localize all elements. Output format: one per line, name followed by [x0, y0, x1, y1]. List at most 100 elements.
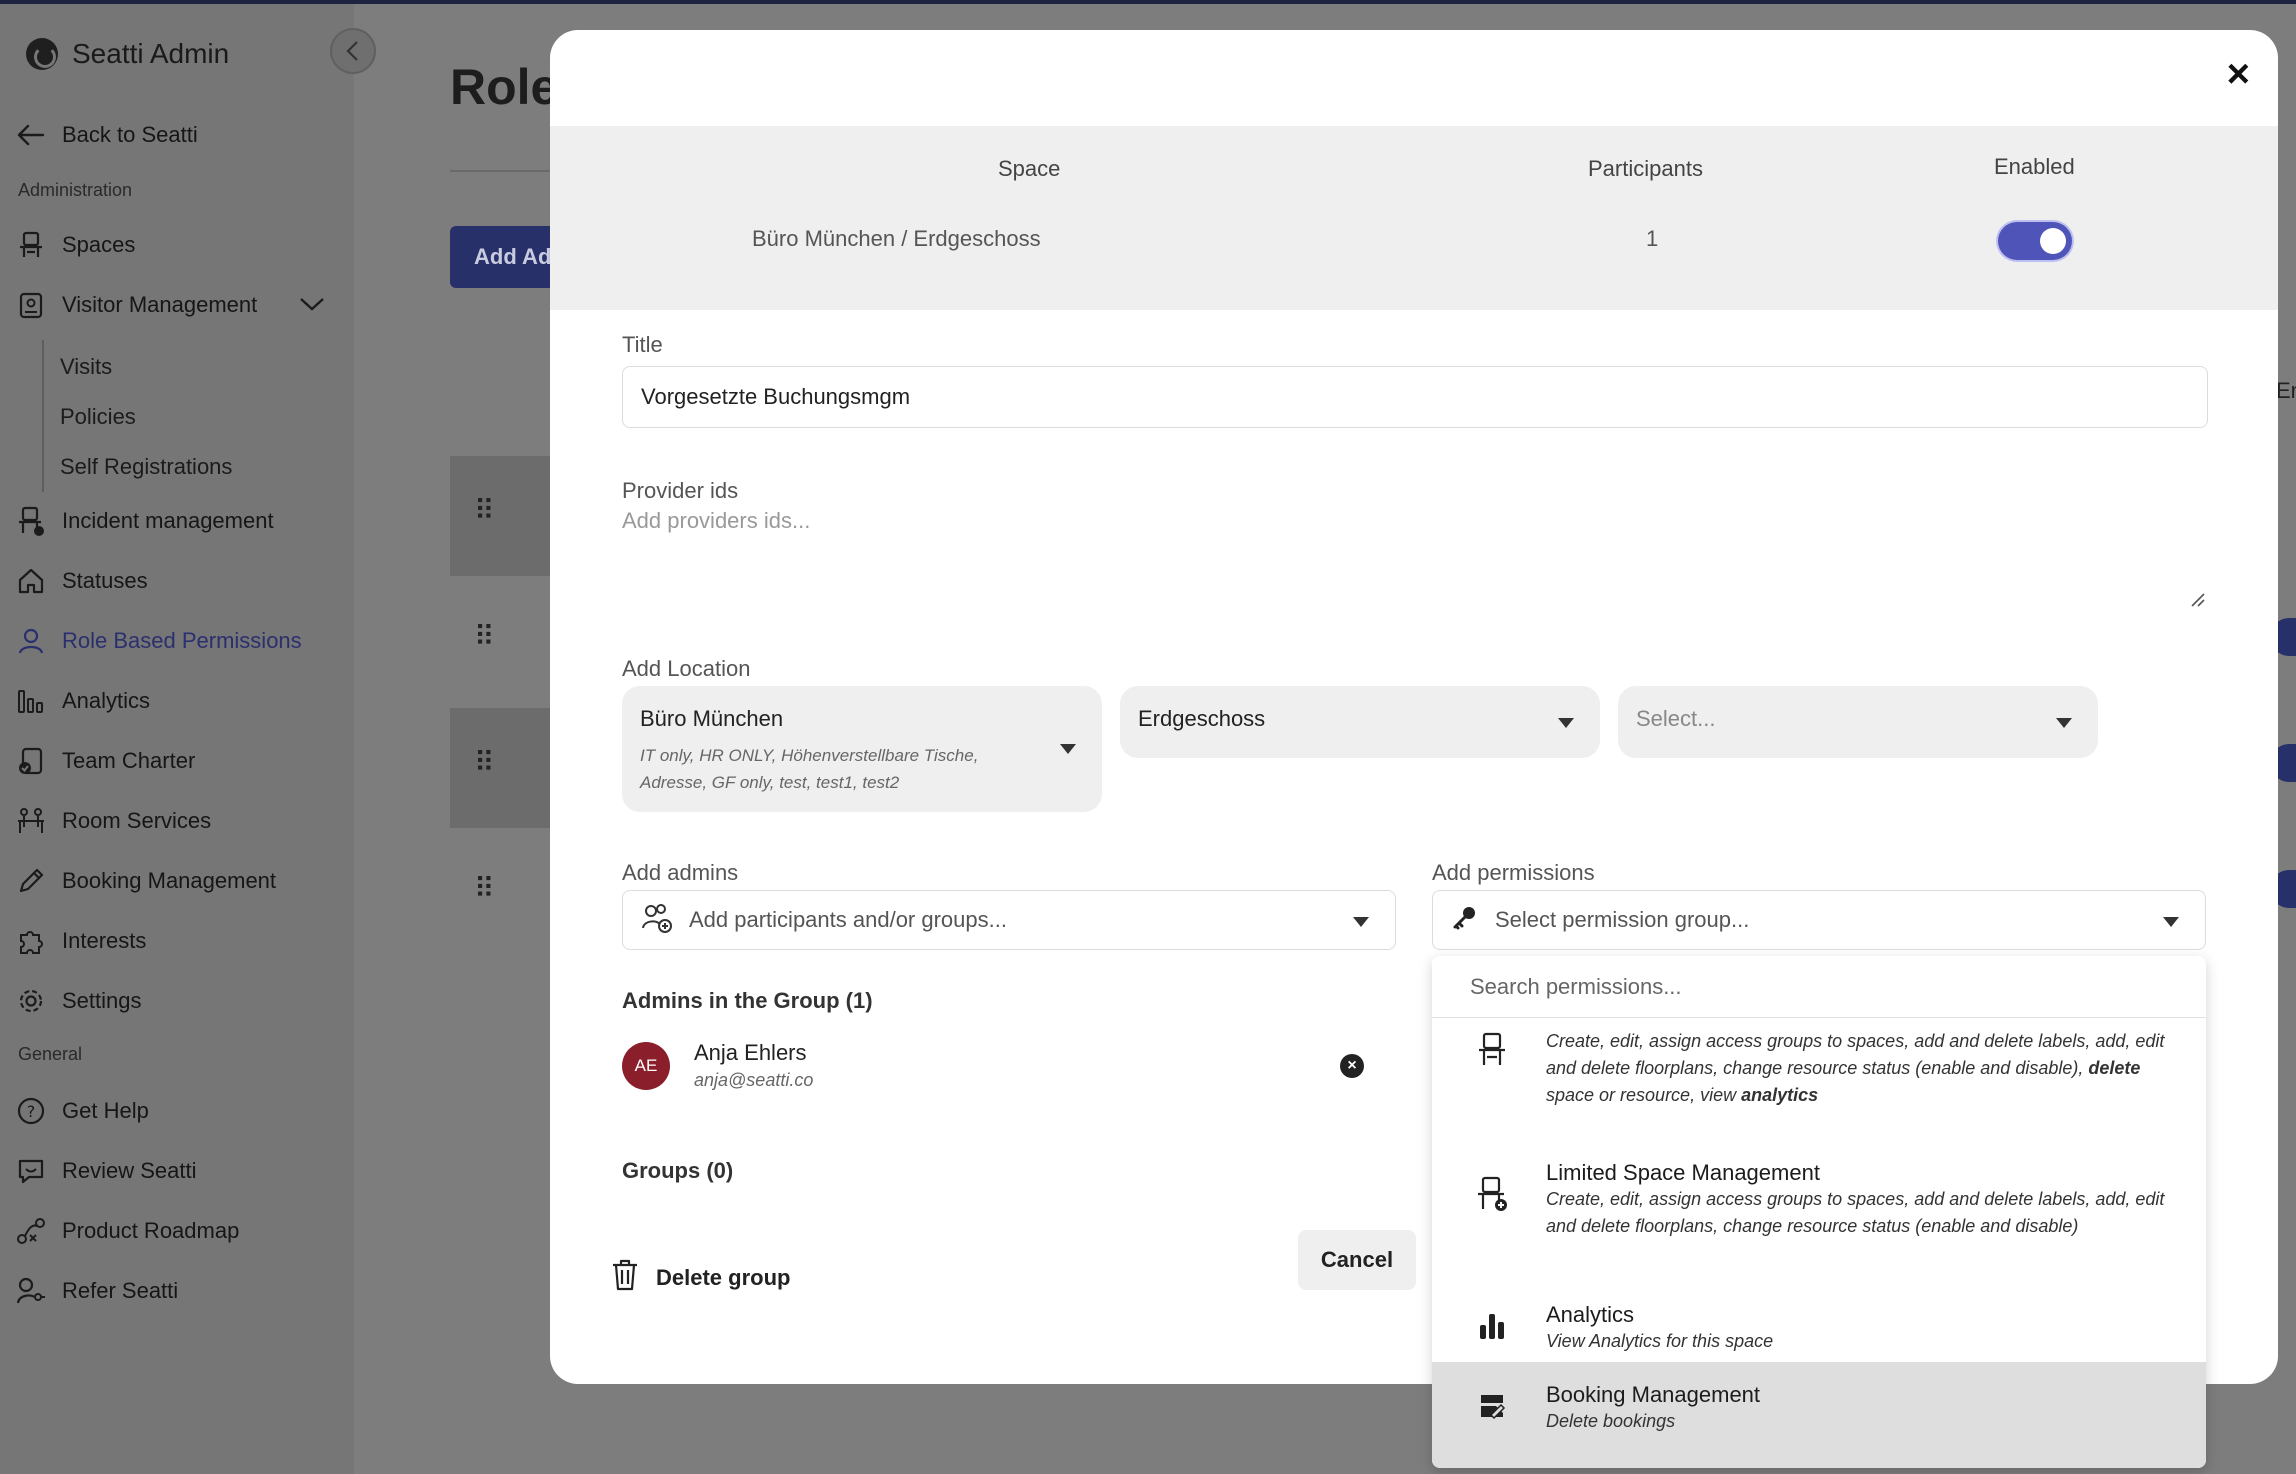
app-name: Seatti Admin — [72, 38, 230, 69]
floor-value: Erdgeschoss — [1138, 706, 1266, 731]
sidebar: Seatti Admin Back to Seatti Administrati… — [0, 4, 354, 1474]
permission-option-limited-space-management[interactable]: Limited Space Management Create, edit, a… — [1432, 1146, 2206, 1266]
add-permissions-select[interactable]: Select permission group... — [1432, 890, 2206, 950]
admin-list-item: AE Anja Ehlers anja@seatti.co — [622, 1040, 813, 1091]
roadmap-icon — [16, 1216, 46, 1246]
sidebar-item-room-services[interactable]: Room Services — [16, 806, 211, 836]
participants-header: Participants — [1588, 156, 1703, 181]
building-value: Büro München — [640, 706, 784, 731]
permissions-dropdown: Create, edit, assign access groups to sp… — [1432, 956, 2206, 1468]
collapse-sidebar-button[interactable] — [330, 28, 376, 74]
sidebar-item-visitor-management[interactable]: Visitor Management — [16, 290, 325, 320]
key-icon — [1451, 904, 1479, 937]
chevron-left-icon — [346, 41, 358, 61]
resize-grip-icon[interactable] — [2188, 590, 2206, 608]
pencil-icon — [16, 866, 46, 896]
floor-select[interactable]: Erdgeschoss — [1120, 686, 1600, 758]
sidebar-label: Product Roadmap — [62, 1218, 240, 1243]
sidebar-item-visits[interactable]: Visits — [60, 354, 112, 380]
sidebar-item-incident-management[interactable]: Incident management — [16, 506, 274, 536]
sidebar-item-get-help[interactable]: ? Get Help — [16, 1096, 149, 1126]
sidebar-label: Refer Seatti — [62, 1278, 179, 1303]
booking-icon — [1472, 1386, 1512, 1426]
enabled-toggle[interactable] — [1998, 222, 2072, 260]
enabled-header: Enabled — [1994, 154, 2075, 179]
close-icon[interactable]: × — [2227, 54, 2250, 94]
remove-admin-icon[interactable]: × — [1340, 1054, 1364, 1078]
drag-handle-icon[interactable]: ⠿ — [474, 746, 494, 779]
title-label: Title — [622, 332, 663, 357]
space-cell: Büro München / Erdgeschoss — [752, 226, 1041, 251]
sidebar-item-settings[interactable]: Settings — [16, 986, 142, 1016]
sidebar-item-product-roadmap[interactable]: Product Roadmap — [16, 1216, 239, 1246]
permissions-placeholder: Select permission group... — [1495, 907, 1750, 932]
drag-handle-icon[interactable]: ⠿ — [474, 620, 494, 653]
add-location-label: Add Location — [622, 656, 751, 681]
sidebar-item-self-registrations[interactable]: Self Registrations — [60, 454, 232, 480]
sidebar-label: Interests — [62, 928, 147, 953]
space-table: Space Participants Enabled Büro München … — [550, 126, 2278, 310]
add-user-icon — [641, 902, 673, 939]
sidebar-item-booking-management[interactable]: Booking Management — [16, 866, 276, 896]
sidebar-item-spaces[interactable]: Spaces — [16, 230, 135, 260]
permission-option-booking-management[interactable]: Booking Management Delete bookings — [1432, 1362, 2206, 1468]
brand[interactable]: Seatti Admin — [26, 38, 229, 70]
caret-down-icon — [1060, 744, 1076, 754]
trash-icon — [610, 1258, 640, 1298]
permission-description: Delete bookings — [1546, 1411, 1676, 1431]
add-admins-placeholder: Add participants and/or groups... — [689, 907, 1007, 932]
seatti-logo-icon — [26, 38, 58, 70]
sidebar-item-team-charter[interactable]: Team Charter — [16, 746, 195, 776]
add-admins-select[interactable]: Add participants and/or groups... — [622, 890, 1396, 950]
permission-option-space-management[interactable]: Create, edit, assign access groups to sp… — [1432, 1018, 2206, 1138]
delete-group-button[interactable]: Delete group — [610, 1258, 790, 1298]
help-icon: ? — [16, 1096, 46, 1126]
building-select[interactable]: Büro München IT only, HR ONLY, Höhenvers… — [622, 686, 1102, 812]
sidebar-label: Get Help — [62, 1098, 149, 1123]
search-permissions-input[interactable] — [1432, 956, 2206, 1018]
cancel-button[interactable]: Cancel — [1298, 1230, 1416, 1290]
page-title: Role — [450, 59, 559, 115]
provider-ids-textarea[interactable] — [622, 508, 2208, 638]
sidebar-label: Review Seatti — [62, 1158, 197, 1183]
enabled-column-header: En — [2276, 378, 2296, 403]
sidebar-label: Visitor Management — [62, 292, 258, 317]
sidebar-item-refer-seatti[interactable]: Refer Seatti — [16, 1276, 178, 1306]
table-row[interactable] — [450, 456, 550, 576]
title-input[interactable] — [622, 366, 2208, 428]
section-general: General — [18, 1044, 83, 1064]
add-admins-label: Add admins — [622, 860, 739, 885]
drag-handle-icon[interactable]: ⠿ — [474, 494, 494, 527]
building-tags: IT only, HR ONLY, Höhenverstellbare Tisc… — [640, 746, 979, 792]
sidebar-item-review-seatti[interactable]: Review Seatti — [16, 1156, 197, 1186]
user-icon — [16, 626, 46, 656]
drag-handle-icon[interactable]: ⠿ — [474, 872, 494, 905]
sidebar-label: Room Services — [62, 808, 212, 833]
table-row[interactable] — [450, 708, 550, 828]
bar-chart-icon — [16, 686, 46, 716]
caret-down-icon — [1353, 917, 1369, 927]
chat-smile-icon — [16, 1156, 46, 1186]
permission-title: Analytics — [1546, 1302, 1635, 1327]
sidebar-item-interests[interactable]: Interests — [16, 926, 146, 956]
sidebar-item-analytics[interactable]: Analytics — [16, 686, 150, 716]
home-icon — [16, 566, 46, 596]
permission-title: Limited Space Management — [1546, 1160, 1820, 1185]
add-admin-group-button[interactable]: Add Ad — [450, 226, 560, 288]
back-to-seatti-label: Back to Seatti — [62, 122, 198, 147]
chevron-down-icon[interactable] — [299, 292, 325, 318]
area-select[interactable]: Select... — [1618, 686, 2098, 758]
sidebar-label: Spaces — [62, 232, 136, 257]
desk-plus-icon — [1472, 1174, 1512, 1214]
user-key-icon — [16, 1276, 46, 1306]
delete-group-label: Delete group — [656, 1265, 791, 1290]
sidebar-item-policies[interactable]: Policies — [60, 404, 136, 430]
back-to-seatti-link[interactable]: Back to Seatti — [16, 120, 198, 150]
sidebar-item-statuses[interactable]: Statuses — [16, 566, 148, 596]
space-header: Space — [998, 156, 1061, 181]
add-permissions-label: Add permissions — [1432, 860, 1595, 885]
admins-in-group-title: Admins in the Group (1) — [622, 988, 873, 1013]
people-icon — [16, 806, 46, 836]
sidebar-label: Incident management — [62, 508, 274, 533]
sidebar-item-role-based-permissions[interactable]: Role Based Permissions — [16, 626, 302, 656]
